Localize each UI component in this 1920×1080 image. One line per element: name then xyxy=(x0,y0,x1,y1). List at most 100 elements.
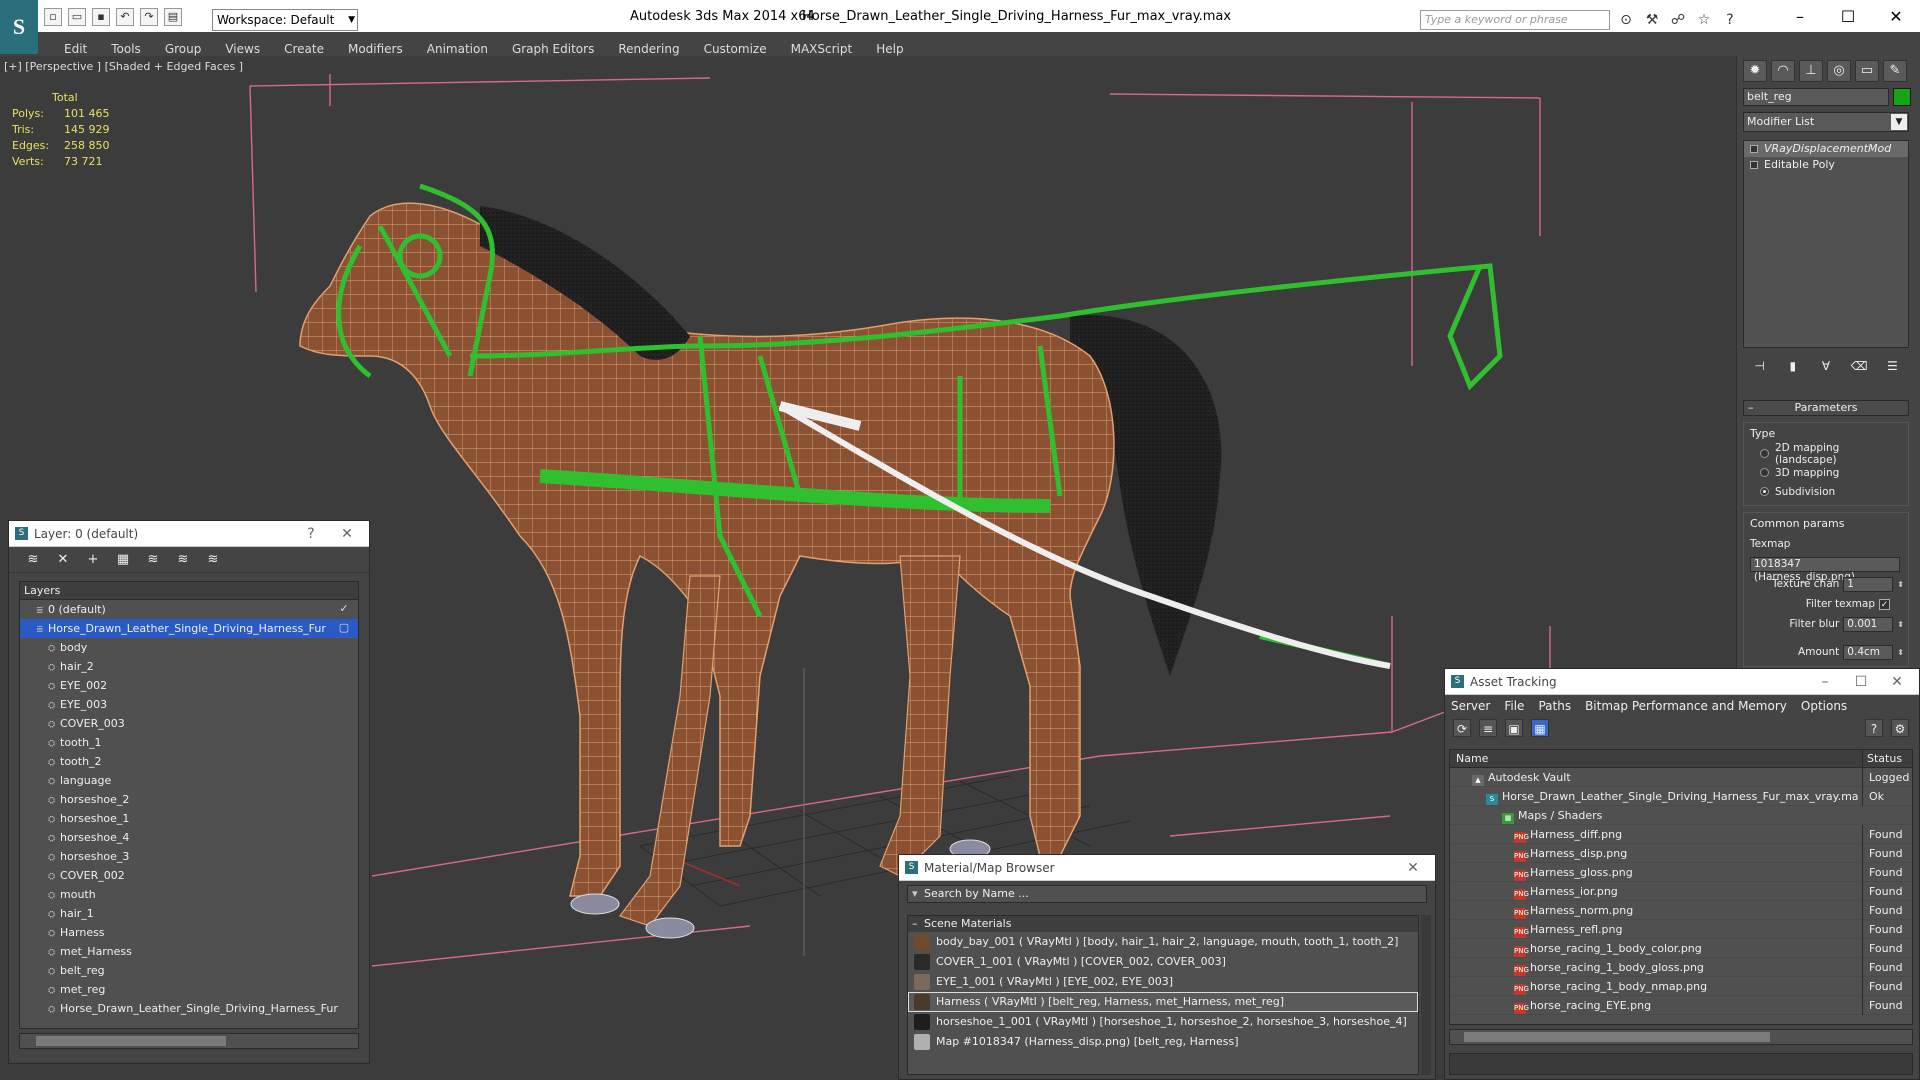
new-layer-icon[interactable]: ≋ xyxy=(23,550,43,570)
layers-column-header[interactable]: Layers xyxy=(20,582,358,600)
menu-paths[interactable]: Paths xyxy=(1538,699,1571,713)
layer-row[interactable]: ⛭ language xyxy=(20,771,358,790)
active-layer-check-icon[interactable]: ✓ xyxy=(338,603,350,615)
parameters-rollout-header[interactable]: – Parameters xyxy=(1743,400,1909,416)
material-browser-titlebar[interactable]: S Material/Map Browser ✕ xyxy=(899,855,1435,881)
layer-row[interactable]: ⛭ horseshoe_4 xyxy=(20,828,358,847)
asset-row[interactable]: PNGhorse_racing_EYE.png Found xyxy=(1450,996,1912,1015)
layer-row[interactable]: ⛭ horseshoe_3 xyxy=(20,847,358,866)
radio-3d-mapping[interactable]: 3D mapping xyxy=(1750,463,1904,482)
pin-stack-icon[interactable]: ⊣ xyxy=(1750,356,1770,376)
list-view-icon[interactable]: ≡ xyxy=(1479,719,1497,737)
texture-chan-input[interactable]: 1 xyxy=(1843,576,1894,592)
layer-row[interactable]: ≣ Horse_Drawn_Leather_Single_Driving_Harn… xyxy=(20,619,358,638)
modify-tab-icon[interactable]: ◠ xyxy=(1771,60,1795,82)
scene-materials-header[interactable]: Scene Materials xyxy=(908,916,1418,932)
radio-2d-mapping[interactable]: 2D mapping (landscape) xyxy=(1750,442,1904,466)
asset-row[interactable]: ▦ Maps / Shaders xyxy=(1450,806,1912,825)
asset-row[interactable]: S Horse_Drawn_Leather_Single_Driving_Harn… xyxy=(1450,787,1912,806)
set-current-layer-icon[interactable]: ▢ xyxy=(338,622,350,634)
hierarchy-tab-icon[interactable]: ⊥ xyxy=(1799,60,1823,82)
asset-row[interactable]: PNGHarness_disp.png Found xyxy=(1450,844,1912,863)
new-file-icon[interactable]: ▫ xyxy=(44,8,62,26)
select-layer-objects-icon[interactable]: ▦ xyxy=(113,550,133,570)
menu-maxscript[interactable]: MAXScript xyxy=(779,32,865,56)
workspace-dropdown[interactable]: Workspace: Default ▼ xyxy=(212,9,358,31)
layer-row[interactable]: ⛭ COVER_003 xyxy=(20,714,358,733)
filter-texmap-checkbox[interactable]: ✓ xyxy=(1879,598,1890,610)
configure-sets-icon[interactable]: ☰ xyxy=(1882,356,1902,376)
object-color-swatch[interactable] xyxy=(1893,88,1911,106)
close-icon[interactable]: ✕ xyxy=(329,526,365,542)
material-row[interactable]: Harness ( VRayMtl ) [belt_reg, Harness, … xyxy=(908,992,1418,1012)
delete-layer-icon[interactable]: ✕ xyxy=(53,550,73,570)
help-icon[interactable]: ? xyxy=(1865,719,1883,737)
stack-item-vray-displacement[interactable]: VRayDisplacementMod xyxy=(1744,141,1908,157)
maximize-button[interactable]: ☐ xyxy=(1824,4,1872,30)
menu-modifiers[interactable]: Modifiers xyxy=(336,32,415,56)
asset-tracking-titlebar[interactable]: S Asset Tracking – ☐ ✕ xyxy=(1445,669,1919,695)
display-tab-icon[interactable]: ▭ xyxy=(1855,60,1879,82)
vertical-scrollbar[interactable] xyxy=(1421,915,1431,1075)
make-unique-icon[interactable]: ∀ xyxy=(1816,356,1836,376)
menu-options[interactable]: Options xyxy=(1801,699,1847,713)
asset-row[interactable]: PNGHarness_diff.png Found xyxy=(1450,825,1912,844)
minimize-icon[interactable]: – xyxy=(1807,674,1843,690)
layer-row[interactable]: ⛭ Horse_Drawn_Leather_Single_Driving_Harn… xyxy=(20,999,358,1018)
thumbnail-view-icon[interactable]: ▣ xyxy=(1505,719,1523,737)
object-name-field[interactable]: belt_reg xyxy=(1743,88,1889,106)
menu-animation[interactable]: Animation xyxy=(415,32,500,56)
material-row[interactable]: EYE_1_001 ( VRayMtl ) [EYE_002, EYE_003] xyxy=(908,972,1418,992)
layer-row[interactable]: ⛭ horseshoe_1 xyxy=(20,809,358,828)
scroll-thumb[interactable] xyxy=(36,1036,226,1046)
communication-icon[interactable]: ☍ xyxy=(1668,10,1688,30)
layer-row[interactable]: ⛭ hair_1 xyxy=(20,904,358,923)
menu-server[interactable]: Server xyxy=(1451,699,1490,713)
subscription-icon[interactable]: ⚒ xyxy=(1642,10,1662,30)
lightbulb-icon[interactable] xyxy=(1750,145,1758,153)
spinner-icon[interactable]: ⬍ xyxy=(1897,580,1904,589)
texmap-button[interactable]: 1018347 (Harness_disp.png) xyxy=(1750,556,1900,583)
asset-row[interactable]: PNGhorse_racing_1_body_gloss.png Found xyxy=(1450,958,1912,977)
layer-row[interactable]: ⛭ tooth_1 xyxy=(20,733,358,752)
keyword-search-input[interactable]: Type a keyword or phrase xyxy=(1420,10,1610,30)
scroll-thumb[interactable] xyxy=(1464,1032,1770,1042)
menu-tools[interactable]: Tools xyxy=(99,32,153,56)
viewport-label[interactable]: [+] [Perspective ] [Shaded + Edged Faces… xyxy=(4,60,243,73)
layer-row[interactable]: ⛭ met_Harness xyxy=(20,942,358,961)
close-button[interactable]: ✕ xyxy=(1872,4,1920,30)
layer-row[interactable]: ⛭ body xyxy=(20,638,358,657)
asset-row[interactable]: PNGHarness_refl.png Found xyxy=(1450,920,1912,939)
stack-item-editable-poly[interactable]: Editable Poly xyxy=(1744,157,1908,173)
remove-modifier-icon[interactable]: ⌫ xyxy=(1849,356,1869,376)
maximize-icon[interactable]: ☐ xyxy=(1843,674,1879,690)
menu-graph-editors[interactable]: Graph Editors xyxy=(500,32,606,56)
layer-row[interactable]: ⛭ mouth xyxy=(20,885,358,904)
material-search-input[interactable]: Search by Name ... xyxy=(907,885,1427,903)
menu-customize[interactable]: Customize xyxy=(692,32,779,56)
spinner-icon[interactable]: ⬍ xyxy=(1897,620,1904,629)
menu-bitmap-performance[interactable]: Bitmap Performance and Memory xyxy=(1585,699,1787,713)
horizontal-scrollbar[interactable] xyxy=(1449,1029,1913,1045)
freeze-layers-icon[interactable]: ≋ xyxy=(203,550,223,570)
menu-rendering[interactable]: Rendering xyxy=(606,32,691,56)
modifier-list-dropdown[interactable]: Modifier List ▼ xyxy=(1743,112,1909,132)
layer-row[interactable]: ⛭ met_reg xyxy=(20,980,358,999)
add-to-layer-icon[interactable]: + xyxy=(83,550,103,570)
application-menu-button[interactable]: S xyxy=(0,0,38,54)
column-name[interactable]: Name xyxy=(1456,750,1488,768)
layer-row[interactable]: ⛭ EYE_003 xyxy=(20,695,358,714)
column-status[interactable]: Status xyxy=(1862,750,1912,768)
layer-window-titlebar[interactable]: S Layer: 0 (default) ? ✕ xyxy=(9,521,369,547)
filter-blur-input[interactable]: 0.001 xyxy=(1843,616,1894,632)
select-layer-icon[interactable]: ≋ xyxy=(143,550,163,570)
table-view-icon[interactable]: ▦ xyxy=(1531,719,1549,737)
layer-row[interactable]: ⛭ tooth_2 xyxy=(20,752,358,771)
save-file-icon[interactable]: ▪ xyxy=(92,8,110,26)
close-icon[interactable]: ✕ xyxy=(1395,860,1431,876)
project-folder-icon[interactable]: ▤ xyxy=(164,8,182,26)
asset-row[interactable]: PNGhorse_racing_1_body_color.png Found xyxy=(1450,939,1912,958)
motion-tab-icon[interactable]: ◎ xyxy=(1827,60,1851,82)
asset-row[interactable]: PNGHarness_gloss.png Found xyxy=(1450,863,1912,882)
material-row[interactable]: COVER_1_001 ( VRayMtl ) [COVER_002, COVE… xyxy=(908,952,1418,972)
